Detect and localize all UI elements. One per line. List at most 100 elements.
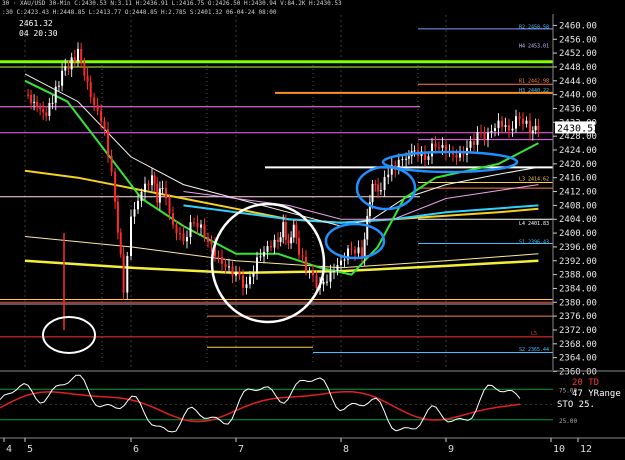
x-tick-label: 9 [448, 444, 454, 455]
candle-body [301, 255, 304, 257]
y-tick-label: 2380.00 [559, 298, 597, 308]
candle-body [329, 271, 332, 282]
candle-body [245, 284, 248, 288]
candle-body [130, 216, 132, 256]
candle-body [529, 120, 531, 134]
candle-body [357, 247, 360, 254]
candle-body [290, 237, 293, 244]
y-tick-label: 2364.00 [559, 354, 597, 364]
level-label: R2 2458.58 [519, 24, 549, 30]
candle-body [42, 108, 45, 113]
x-tick-label: 10 [553, 444, 565, 455]
candle-body [161, 188, 164, 190]
y-axis: 2460.00 2456.00 2452.00 2448.00 2444.00 2440.… [552, 14, 625, 378]
candle-body [511, 128, 514, 131]
candle-body [151, 175, 153, 186]
candle-body [333, 270, 335, 272]
candle-body [279, 237, 282, 242]
candle-body [259, 256, 262, 258]
candle-body [537, 125, 540, 131]
y-tick-label: 2392.00 [559, 257, 597, 267]
level-label: L3 2414.62 [519, 177, 549, 183]
candle-body [270, 246, 272, 248]
candle-body [114, 171, 117, 202]
candle-body [504, 125, 507, 127]
candle-body [305, 256, 307, 272]
candle-body [103, 121, 106, 130]
candle-body [93, 97, 96, 106]
candle-body [30, 94, 33, 103]
candle-body [207, 237, 209, 242]
candle-body [217, 256, 220, 258]
candle-body [235, 271, 237, 276]
candle-body [51, 102, 54, 104]
y-tick-label: 2436.00 [559, 104, 597, 114]
candle-body [119, 232, 122, 255]
candle-body [110, 156, 113, 172]
y-tick-label: 2400.00 [559, 229, 597, 239]
candle-body [122, 254, 125, 293]
level-label: L4 2401.83 [519, 221, 549, 227]
candle-body [165, 188, 167, 199]
candle-body [186, 237, 188, 242]
candle-body [473, 141, 475, 145]
hover-price: 2461.32 [19, 19, 53, 28]
candle-body [277, 239, 279, 242]
candle-body [312, 271, 314, 276]
candle-body [480, 132, 482, 134]
candle-body [64, 66, 67, 71]
y-tick-label: 2420.00 [559, 160, 597, 170]
candle-body [133, 209, 136, 217]
candle-body [158, 188, 161, 203]
candle-body [172, 213, 174, 225]
candle-body [413, 150, 416, 152]
stoch-tick-label: 25.00 [559, 418, 577, 425]
candle-body [144, 183, 146, 193]
price-chart[interactable]: R2 2458.58 H4 2453.01 R1 2442.98 H3 2440.22… [0, 0, 625, 460]
x-tick-label: 12 [580, 444, 592, 455]
candle-body [438, 147, 440, 149]
candle-body [67, 66, 70, 70]
candle-body [340, 260, 342, 266]
candle-body [83, 62, 86, 76]
candle-body [377, 184, 380, 192]
candle-body [89, 82, 92, 98]
x-tick-label: 7 [238, 444, 244, 455]
candle-body [326, 281, 328, 283]
candle-body [525, 120, 528, 124]
candle-body [292, 224, 295, 238]
candle-body [401, 159, 404, 161]
candle-body [490, 130, 493, 133]
candle-body [224, 263, 227, 268]
y-tick-label: 2444.00 [559, 77, 597, 87]
candle-body [371, 183, 374, 203]
candle-body [455, 154, 458, 158]
candle-body [221, 257, 223, 264]
candle-body [196, 222, 199, 228]
candle-body [231, 266, 234, 276]
candle-body [175, 224, 178, 234]
candle-body [379, 189, 382, 192]
candle-body [100, 110, 103, 122]
header-line-2: :30 C:2423.43 H:2448.85 L:2413.77 O:2448… [2, 9, 277, 16]
candle-body [210, 241, 213, 245]
header-line-1: 30 · XAU/USD 30-Min C:2430.53 N:3.11 H:2… [2, 0, 342, 7]
candle-body [354, 249, 356, 254]
candle-body [39, 107, 42, 109]
candle-body [518, 116, 521, 119]
candle-body [515, 116, 517, 129]
candle-body [287, 239, 290, 244]
candle-body [249, 276, 251, 285]
candle-body [476, 132, 479, 145]
last-price-marker: 2430.53 [555, 121, 599, 134]
candle-body [284, 222, 287, 240]
candle-body [182, 233, 185, 242]
candle-body [494, 128, 496, 131]
y-tick-label: 2416.00 [559, 174, 597, 184]
candle-body [298, 237, 300, 256]
y-tick-label: 2376.00 [559, 312, 597, 322]
candle-body [203, 224, 206, 238]
candle-body [483, 132, 486, 140]
last-price-text: 2430.53 [557, 123, 599, 134]
level-label: H3 2440.22 [519, 88, 549, 94]
